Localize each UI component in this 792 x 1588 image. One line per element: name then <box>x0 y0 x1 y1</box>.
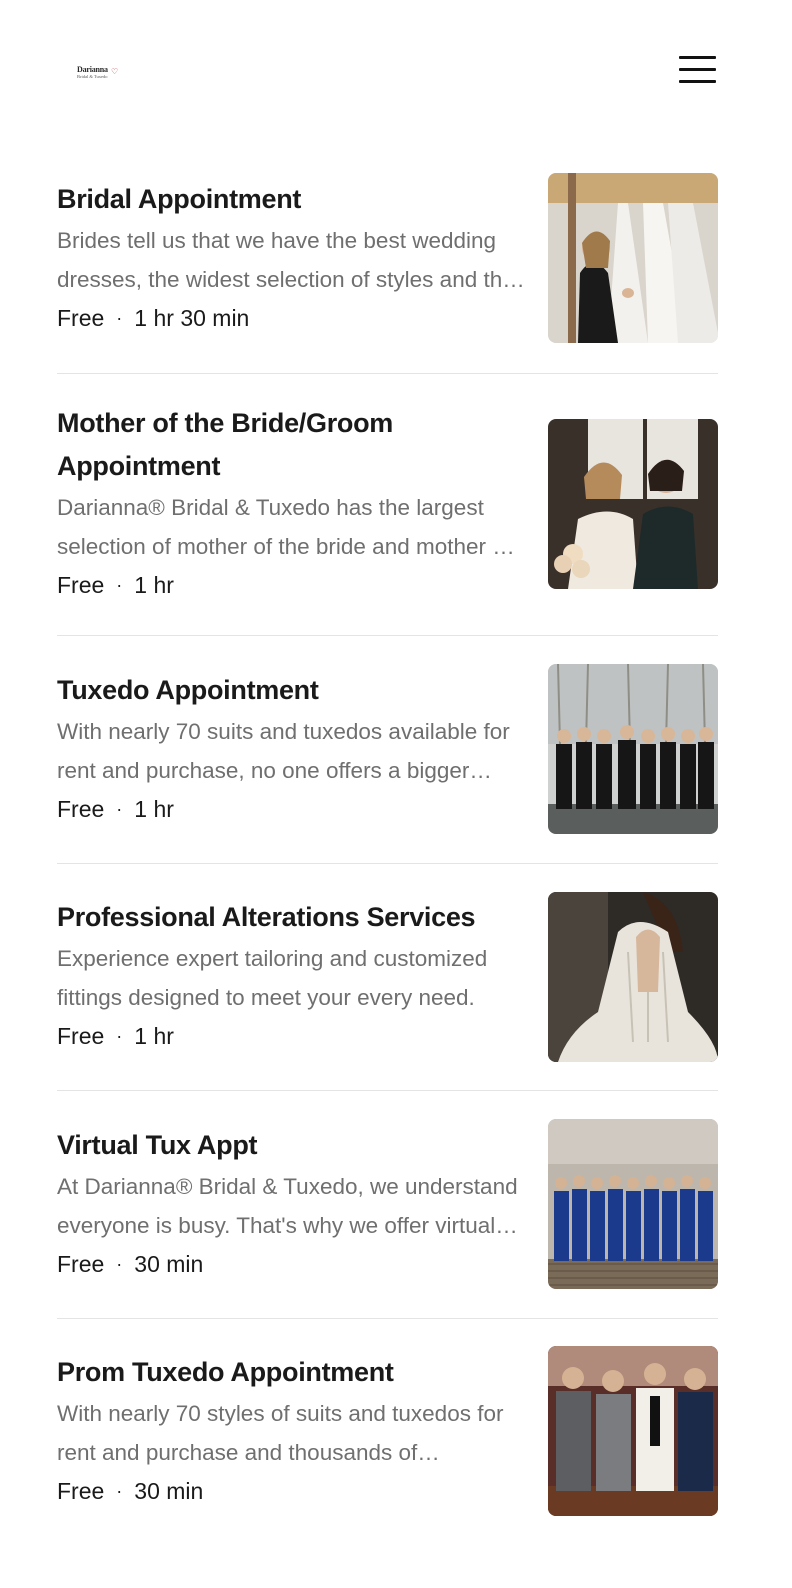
divider <box>57 1090 718 1091</box>
service-price: Free <box>57 1023 105 1049</box>
service-description: With nearly 70 suits and tuxedos availab… <box>57 719 510 783</box>
service-title: Bridal Appointment <box>57 184 302 214</box>
service-meta: Free · 1 hr <box>57 1017 527 1058</box>
service-meta: Free · 1 hr <box>57 790 527 831</box>
groomsmen-black-tux-photo <box>548 664 718 834</box>
service-title: Professional Alterations Services <box>57 902 476 932</box>
service-duration: 1 hr <box>134 1023 174 1049</box>
site-header: Darianna Bridal & Tuxedo ♡ <box>0 0 792 140</box>
service-title: Tuxedo Appointment <box>57 675 319 705</box>
service-duration: 30 min <box>134 1478 204 1504</box>
service-duration: 30 min <box>134 1251 204 1277</box>
separator-dot-icon: · <box>116 575 123 595</box>
divider <box>57 373 718 374</box>
service-meta: Free · 30 min <box>57 1245 527 1286</box>
service-meta: Free · 1 hr <box>57 566 527 607</box>
service-title: Prom Tuxedo Appointment <box>57 1357 394 1387</box>
hamburger-menu-icon[interactable] <box>679 54 717 84</box>
service-duration: 1 hr <box>134 572 174 598</box>
service-meta: Free · 30 min <box>57 1472 527 1513</box>
service-price: Free <box>57 305 105 331</box>
service-description: Brides tell us that we have the best wed… <box>57 228 515 292</box>
service-meta: Free · 1 hr 30 min <box>57 299 527 340</box>
service-duration: 1 hr <box>134 796 174 822</box>
divider <box>57 863 718 864</box>
service-description: With nearly 70 styles of suits and tuxed… <box>57 1401 504 1465</box>
bride-with-consultant-photo <box>548 173 718 343</box>
service-price: Free <box>57 796 105 822</box>
service-price: Free <box>57 1478 105 1504</box>
service-duration: 1 hr 30 min <box>134 305 250 331</box>
service-title: Mother of the Bride/Groom Appointment <box>57 408 393 481</box>
separator-dot-icon: · <box>116 1026 123 1046</box>
separator-dot-icon: · <box>116 1481 123 1501</box>
service-description: Darianna® Bridal & Tuxedo has the larges… <box>57 495 512 559</box>
service-price: Free <box>57 572 105 598</box>
bride-and-mother-photo <box>548 419 718 589</box>
groomsmen-blue-suits-photo <box>548 1119 718 1289</box>
heart-icon: ♡ <box>111 67 119 76</box>
separator-dot-icon: · <box>116 308 123 328</box>
service-description: Experience expert tailoring and customiz… <box>57 946 488 1010</box>
service-price: Free <box>57 1251 105 1277</box>
darianna-logo[interactable]: Darianna Bridal & Tuxedo ♡ <box>77 66 123 82</box>
separator-dot-icon: · <box>116 1254 123 1274</box>
divider <box>57 1318 718 1319</box>
lace-wedding-gown-photo <box>548 892 718 1062</box>
prom-tuxedos-photo <box>548 1346 718 1516</box>
service-title: Virtual Tux Appt <box>57 1130 258 1160</box>
service-description: At Darianna® Bridal & Tuxedo, we underst… <box>57 1174 518 1238</box>
separator-dot-icon: · <box>116 799 123 819</box>
divider <box>57 635 718 636</box>
